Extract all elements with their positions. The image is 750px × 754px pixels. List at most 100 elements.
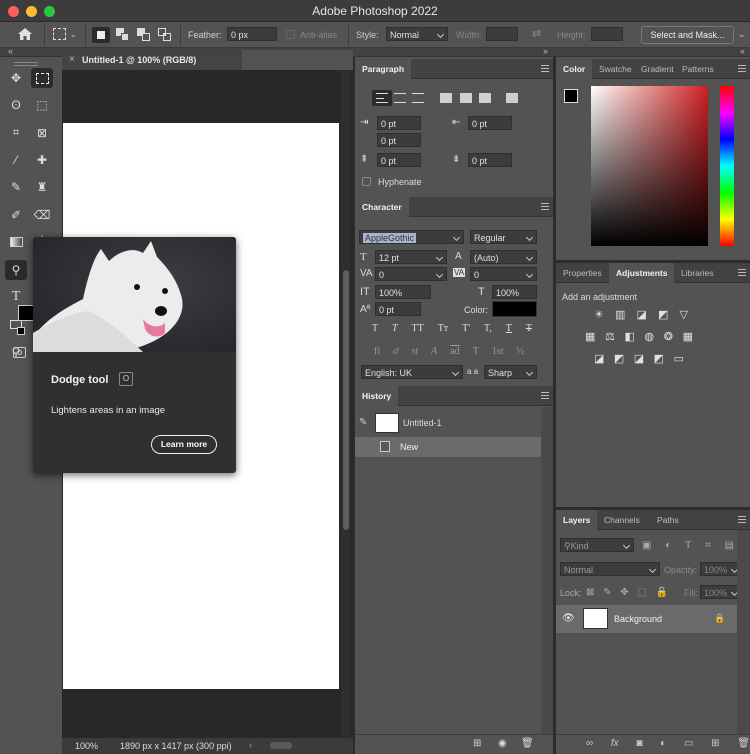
snapshot-name[interactable]: Untitled-1 <box>403 418 442 428</box>
link-layers-icon[interactable]: ∞ <box>586 738 593 749</box>
vertical-scale-input[interactable]: 100% <box>375 285 431 299</box>
history-state-row[interactable]: New <box>355 437 541 457</box>
new-adjustment-layer-icon[interactable]: ◐ <box>660 738 666 749</box>
paragraph-menu-icon[interactable] <box>541 65 549 72</box>
intersect-selection-button[interactable] <box>158 28 172 41</box>
horizontal-scrollbar-thumb[interactable] <box>270 742 292 749</box>
learn-more-button[interactable]: Learn more <box>151 435 217 454</box>
curves-icon[interactable]: ◪ <box>637 308 647 321</box>
antialias-method-select[interactable]: Sharp <box>484 365 537 379</box>
tab-libraries[interactable]: Libraries <box>674 263 721 283</box>
layer-row[interactable]: 👁 Background 🔒 <box>556 605 737 633</box>
font-style-select[interactable]: Regular <box>470 230 537 244</box>
align-right-icon[interactable] <box>412 93 424 103</box>
new-snapshot-icon[interactable]: ◉ <box>498 738 507 749</box>
tab-color[interactable]: Color <box>556 59 593 79</box>
justify-last-center-icon[interactable] <box>460 93 472 103</box>
opacity-input[interactable]: 100% <box>700 562 742 576</box>
superscript-button[interactable]: T' <box>462 323 470 334</box>
tab-layers[interactable]: Layers <box>556 510 598 530</box>
justify-all-icon[interactable] <box>506 93 518 103</box>
blend-mode-select[interactable]: Normal <box>560 562 660 576</box>
hue-saturation-icon[interactable]: ▦ <box>585 330 595 343</box>
filter-shape-icon[interactable]: ⌗ <box>705 540 711 551</box>
lock-artboard-icon[interactable]: ⬚ <box>637 587 646 598</box>
stylistic-alternates-button[interactable]: ad <box>450 346 459 357</box>
quick-mask-icon[interactable] <box>13 347 26 358</box>
levels-icon[interactable]: ▥ <box>615 308 625 321</box>
old-style-button[interactable]: ơ <box>393 346 398 357</box>
space-before-input[interactable]: 0 pt <box>377 153 421 167</box>
lock-transparent-pixels-icon[interactable]: ⊠ <box>586 587 594 598</box>
antialias-checkbox[interactable] <box>286 30 295 39</box>
tab-paths[interactable]: Paths <box>650 510 686 530</box>
frame-tool-icon[interactable]: ⊠ <box>31 123 53 143</box>
brightness-contrast-icon[interactable]: ☀ <box>594 308 604 321</box>
all-caps-button[interactable]: TT <box>412 323 424 334</box>
eraser-tool-icon[interactable]: ⌫ <box>31 205 53 225</box>
layers-menu-icon[interactable] <box>738 516 746 523</box>
swap-dimensions-icon[interactable]: ⇄ <box>532 27 541 40</box>
strikethrough-button[interactable]: T <box>526 323 532 334</box>
gradient-map-icon[interactable]: ▭ <box>674 352 684 365</box>
color-foreground-swatch[interactable] <box>564 89 578 103</box>
history-brush-tool-icon[interactable]: ✐ <box>5 205 27 225</box>
filter-pixel-icon[interactable]: ▣ <box>642 540 651 551</box>
language-select[interactable]: English: UK <box>361 365 463 379</box>
space-after-input[interactable]: 0 pt <box>468 153 512 167</box>
layer-lock-icon[interactable]: 🔒 <box>714 613 725 624</box>
fill-input[interactable]: 100% <box>700 585 742 599</box>
history-scrollbar[interactable] <box>541 407 553 734</box>
font-size-select[interactable]: 12 pt <box>375 250 447 264</box>
tracking-select[interactable]: 0 <box>470 267 537 281</box>
exposure-icon[interactable]: ◩ <box>658 308 668 321</box>
width-input[interactable] <box>486 27 518 41</box>
document-info[interactable]: 1890 px x 1417 px (300 ppi) <box>120 741 232 751</box>
height-input[interactable] <box>591 27 623 41</box>
home-icon[interactable] <box>18 28 32 40</box>
photo-filter-icon[interactable]: ◍ <box>645 330 655 343</box>
tab-gradients[interactable]: Gradient <box>634 59 681 79</box>
filter-smart-object-icon[interactable]: ▤ <box>725 540 734 551</box>
faux-bold-button[interactable]: T <box>372 323 378 334</box>
lasso-tool-icon[interactable]: ʘ <box>5 95 27 115</box>
justify-last-right-icon[interactable] <box>479 93 491 103</box>
indent-left-input[interactable]: 0 pt <box>377 116 421 130</box>
color-field[interactable] <box>591 86 708 246</box>
layer-filter-select[interactable]: ⚲Kind <box>560 538 634 552</box>
new-selection-button[interactable] <box>92 27 110 43</box>
dodge-tool-icon[interactable]: ⚲ <box>5 259 27 280</box>
discretionary-ligatures-button[interactable]: st <box>411 346 418 357</box>
indent-right-input[interactable]: 0 pt <box>468 116 512 130</box>
kerning-select[interactable]: 0 <box>375 267 447 281</box>
history-brush-source-icon[interactable]: ✎ <box>359 417 367 428</box>
foreground-color-swatch[interactable] <box>18 305 34 321</box>
ordinals-button[interactable]: 1st <box>492 346 504 357</box>
collapse-toolbar-icon[interactable]: « <box>8 46 13 56</box>
layer-name[interactable]: Background <box>614 614 662 624</box>
clone-stamp-tool-icon[interactable]: ♜ <box>31 177 53 197</box>
color-menu-icon[interactable] <box>738 65 746 72</box>
gradient-tool-icon[interactable] <box>5 232 27 252</box>
leading-select[interactable]: (Auto) <box>470 250 537 264</box>
tab-character[interactable]: Character <box>355 197 409 217</box>
subtract-from-selection-button[interactable] <box>137 28 151 41</box>
document-tab[interactable]: × Untitled-1 @ 100% (RGB/8) <box>62 50 242 70</box>
baseline-shift-input[interactable]: 0 pt <box>375 302 421 316</box>
layer-style-icon[interactable]: fx <box>611 738 619 749</box>
swash-button[interactable]: A <box>431 346 437 357</box>
hue-slider[interactable] <box>720 86 734 246</box>
tab-patterns[interactable]: Patterns <box>675 59 721 79</box>
lock-position-icon[interactable]: ✥ <box>620 587 628 598</box>
vertical-scrollbar[interactable] <box>341 70 351 740</box>
select-and-mask-button[interactable]: Select and Mask... <box>641 26 734 44</box>
vibrance-icon[interactable]: ▽ <box>680 308 688 321</box>
close-tab-icon[interactable]: × <box>69 54 75 65</box>
healing-brush-tool-icon[interactable]: ✚ <box>31 150 53 170</box>
threshold-icon[interactable]: ◪ <box>634 352 644 365</box>
status-chevron-right-icon[interactable]: › <box>249 740 252 750</box>
object-selection-tool-icon[interactable]: ⬚ <box>31 95 53 115</box>
ligatures-button[interactable]: fi <box>374 346 380 357</box>
tab-paragraph[interactable]: Paragraph <box>355 59 412 79</box>
titling-alternates-button[interactable]: T <box>473 346 479 357</box>
